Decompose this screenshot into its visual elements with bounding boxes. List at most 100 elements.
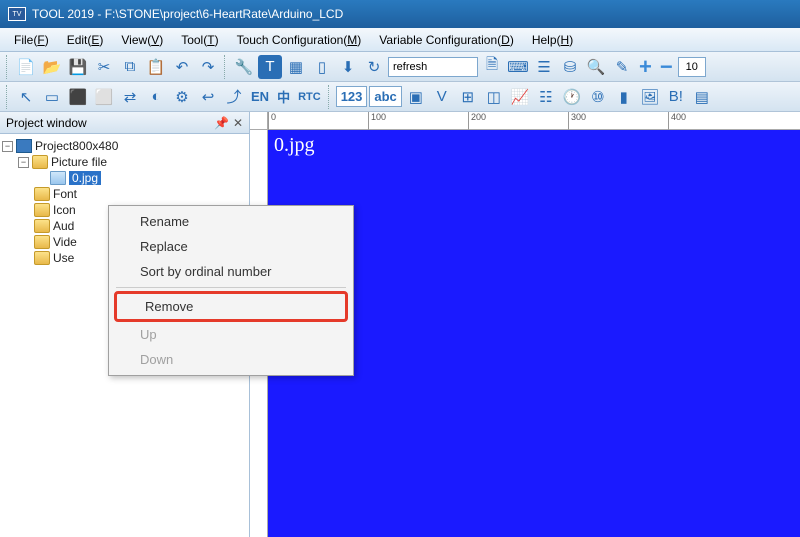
toolbar-sep [224, 55, 228, 79]
context-menu: Rename Replace Sort by ordinal number Re… [108, 205, 354, 376]
menu-touch-config[interactable]: Touch Configuration(M) [229, 30, 370, 50]
ctx-rename[interactable]: Rename [112, 209, 350, 234]
widget-bit-icon[interactable]: B! [664, 85, 688, 109]
ruler-corner [250, 112, 268, 130]
widget-img-icon[interactable]: 🖼 [638, 85, 662, 109]
tool-keyboard-icon[interactable]: ⌨ [506, 55, 530, 79]
ruler-tick: 400 [668, 112, 686, 130]
return-tool-icon[interactable]: ↩ [196, 85, 220, 109]
image-file-icon [50, 171, 66, 185]
tool-doc-icon[interactable]: 🗎 [480, 55, 504, 79]
ruler-tick: 0 [268, 112, 276, 130]
menu-help[interactable]: Help(H) [524, 30, 581, 50]
window-title: TOOL 2019 - F:\STONE\project\6-HeartRate… [32, 7, 343, 21]
tool-text-icon[interactable]: T [258, 55, 282, 79]
titlebar: TV TOOL 2019 - F:\STONE\project\6-HeartR… [0, 0, 800, 28]
menu-tool[interactable]: Tool(T) [173, 30, 226, 50]
tree-font-folder[interactable]: Font [2, 186, 247, 202]
folder-icon [34, 187, 50, 201]
save-button[interactable]: 💾 [66, 55, 90, 79]
ctx-sort[interactable]: Sort by ordinal number [112, 259, 350, 284]
ctx-remove-highlight: Remove [114, 291, 348, 322]
menu-view[interactable]: View(V) [113, 30, 171, 50]
collapse-icon[interactable]: − [18, 157, 29, 168]
paste-button[interactable]: 📋 [144, 55, 168, 79]
ruler-horizontal: 0 100 200 300 400 [268, 112, 800, 130]
toolbar-grip-icon [6, 55, 10, 79]
folder-icon [32, 155, 48, 169]
marker-tool-icon[interactable]: ⬛ [66, 85, 90, 109]
tool-wrench-icon[interactable]: 🔧 [232, 55, 256, 79]
btn-tool-icon[interactable]: ⬜ [92, 85, 116, 109]
folder-icon [34, 219, 50, 233]
widget-bar-icon[interactable]: ▮ [612, 85, 636, 109]
widget-10-icon[interactable]: ⑩ [586, 85, 610, 109]
tree-file-selected[interactable]: 0.jpg [2, 170, 247, 186]
ruler-tick: 200 [468, 112, 486, 130]
cut-button[interactable]: ✂ [92, 55, 116, 79]
ctx-down: Down [112, 347, 350, 372]
ctx-up: Up [112, 322, 350, 347]
menubar: File(F) Edit(E) View(V) Tool(T) Touch Co… [0, 28, 800, 52]
toolbar-sep [328, 85, 332, 109]
tool-eyedrop-icon[interactable]: ✎ [610, 55, 634, 79]
widget-2-icon[interactable]: ⊞ [456, 85, 480, 109]
cursor-tool-icon[interactable]: ↖ [14, 85, 38, 109]
project-icon [16, 139, 32, 153]
app-logo-icon: TV [8, 7, 26, 21]
tool-search-icon[interactable]: 🔍 [584, 55, 608, 79]
menu-file[interactable]: File(F) [6, 30, 57, 50]
tree-root[interactable]: − Project800x480 [2, 138, 247, 154]
copy-button[interactable]: ⧉ [118, 55, 142, 79]
menu-variable-config[interactable]: Variable Configuration(D) [371, 30, 522, 50]
menu-edit[interactable]: Edit(E) [59, 30, 112, 50]
rect-tool-icon[interactable]: ▭ [40, 85, 64, 109]
plus-icon[interactable]: + [636, 54, 655, 80]
tool-page-icon[interactable]: ▯ [310, 55, 334, 79]
toolbar-1: 📄 📂 💾 ✂ ⧉ 📋 ↶ ↷ 🔧 T ▦ ▯ ⬇ ↻ 🗎 ⌨ ☰ ⛁ 🔍 ✎ … [0, 52, 800, 82]
en-button[interactable]: EN [248, 89, 272, 104]
widget-clock-icon[interactable]: 🕐 [560, 85, 584, 109]
pin-icon[interactable]: 📌 [214, 116, 229, 130]
ctx-remove[interactable]: Remove [117, 294, 345, 319]
widget-3-icon[interactable]: ◫ [482, 85, 506, 109]
page-filename-label: 0.jpg [274, 134, 315, 157]
upload-tool-icon[interactable]: ⤴ [222, 85, 246, 109]
minus-icon[interactable]: − [657, 54, 676, 80]
widget-last-icon[interactable]: ▤ [690, 85, 714, 109]
zoom-input[interactable] [678, 57, 706, 77]
sidebar-header: Project window 📌 ✕ [0, 112, 249, 134]
widget-v-icon[interactable]: V [430, 85, 454, 109]
close-panel-icon[interactable]: ✕ [233, 116, 243, 130]
widget-chart-icon[interactable]: 📈 [508, 85, 532, 109]
ctx-replace[interactable]: Replace [112, 234, 350, 259]
ruler-tick: 300 [568, 112, 586, 130]
folder-icon [34, 235, 50, 249]
tool-grid-icon[interactable]: ▦ [284, 55, 308, 79]
tree-picture-folder[interactable]: − Picture file [2, 154, 247, 170]
gear-tool-icon[interactable]: ⚙ [170, 85, 194, 109]
sidebar-title: Project window [6, 116, 87, 130]
new-button[interactable]: 📄 [14, 55, 38, 79]
tool-list-icon[interactable]: ☰ [532, 55, 556, 79]
ctx-separator [116, 287, 346, 288]
refresh-combo[interactable] [388, 57, 478, 77]
slider-tool-icon[interactable]: ⇄ [118, 85, 142, 109]
collapse-icon[interactable]: − [2, 141, 13, 152]
open-button[interactable]: 📂 [40, 55, 64, 79]
widget-table-icon[interactable]: ☷ [534, 85, 558, 109]
redo-button[interactable]: ↷ [196, 55, 220, 79]
tool-refresh-icon[interactable]: ↻ [362, 55, 386, 79]
widget-1-icon[interactable]: ▣ [404, 85, 428, 109]
tool-db-icon[interactable]: ⛁ [558, 55, 582, 79]
folder-icon [34, 251, 50, 265]
rtc-tool-icon[interactable]: ◐ [144, 85, 168, 109]
rtc-button[interactable]: RTC [295, 91, 324, 103]
ruler-tick: 100 [368, 112, 386, 130]
tool-download-icon[interactable]: ⬇ [336, 55, 360, 79]
zh-button[interactable]: 中 [274, 87, 293, 106]
undo-button[interactable]: ↶ [170, 55, 194, 79]
num-button[interactable]: 123 [336, 86, 368, 107]
abc-button[interactable]: abc [369, 86, 401, 107]
folder-icon [34, 203, 50, 217]
